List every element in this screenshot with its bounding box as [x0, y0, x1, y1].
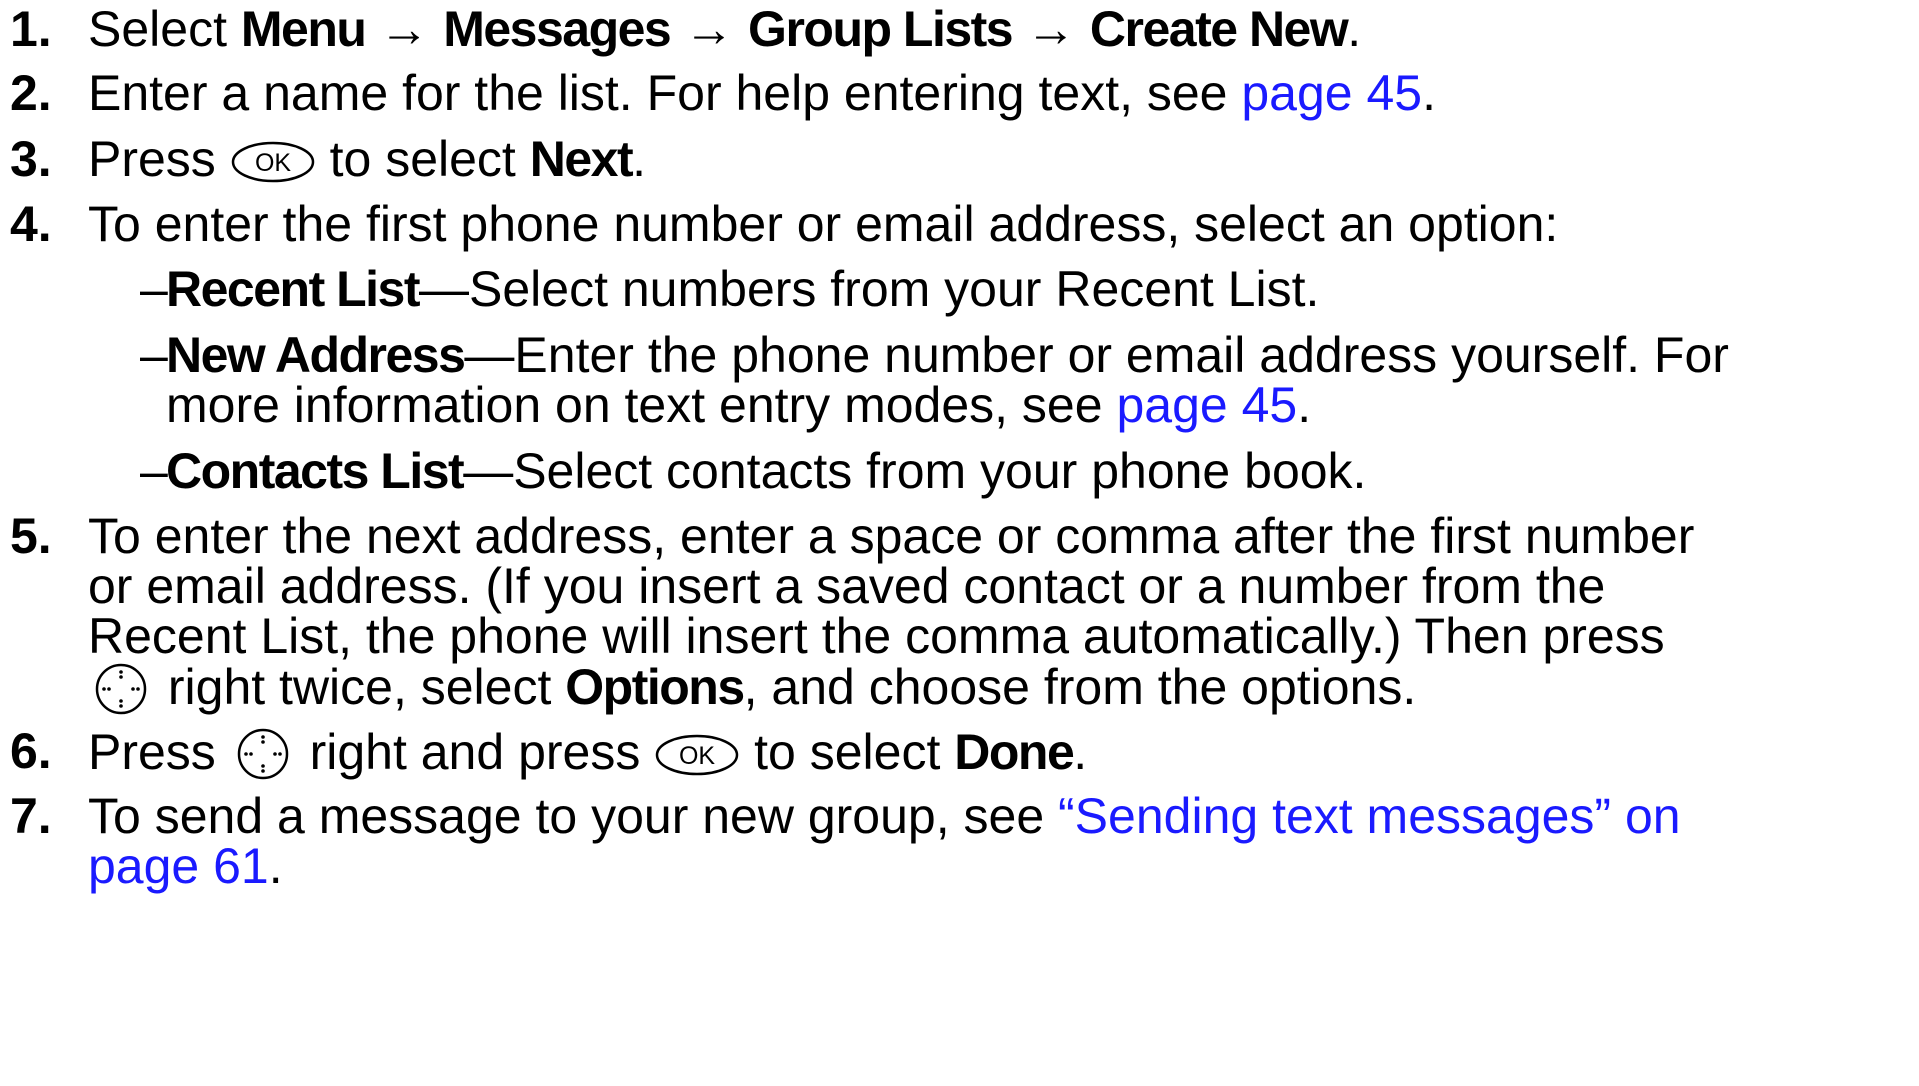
ok-key-icon: OK	[654, 731, 740, 789]
instruction-document: 1. Select Menu → Messages → Group Lists …	[0, 0, 1919, 1086]
step-text: right and press	[295, 724, 655, 781]
step-text: Select	[88, 1, 241, 57]
arrow: →	[365, 1, 444, 57]
bullet-dash: –	[140, 327, 168, 383]
page-link[interactable]: page 45	[1241, 65, 1422, 121]
step-7-text-continued: page 61.	[88, 837, 283, 895]
option-text-continued: more information on text entry modes, se…	[166, 376, 1311, 434]
step-text: , and choose from the options.	[743, 659, 1417, 716]
svg-text:OK: OK	[679, 742, 715, 770]
punctuation: .	[1422, 65, 1437, 121]
punctuation: .	[268, 838, 283, 894]
step-number: 5.	[10, 508, 52, 564]
step-text: to select	[754, 724, 955, 781]
step-1-text: Select Menu → Messages → Group Lists → C…	[88, 0, 1361, 58]
option-text: Contacts List—Select contacts from your …	[166, 442, 1366, 500]
bullet-dash: –	[140, 261, 168, 317]
option-description: Enter the phone number or email address …	[514, 327, 1729, 383]
option-description: Select numbers from your Recent List.	[469, 261, 1320, 317]
arrow: →	[1012, 1, 1090, 57]
punctuation: .	[1347, 1, 1362, 57]
options-label: Options	[565, 659, 745, 716]
option-label: Recent List	[166, 261, 421, 317]
step-6-text: Press right and press OK to select Done.	[88, 722, 1087, 790]
step-text: Press	[88, 724, 230, 781]
step-3-text: Press OK to select Next.	[88, 130, 646, 192]
navigation-key-icon	[230, 726, 296, 794]
navigation-key-icon	[88, 661, 154, 729]
create-new-label: Create New	[1089, 1, 1349, 57]
step-4-text: To enter the first phone number or email…	[88, 196, 1559, 252]
arrow: →	[670, 1, 749, 57]
next-label: Next	[529, 131, 634, 187]
step-number: 2.	[10, 65, 52, 121]
punctuation: .	[1073, 724, 1088, 781]
punctuation: .	[632, 131, 646, 187]
em-dash: —	[419, 261, 470, 317]
step-number: 3.	[10, 131, 52, 187]
em-dash: —	[463, 443, 514, 499]
step-text: Enter a name for the list. For help ente…	[88, 65, 1242, 121]
ok-key-icon: OK	[230, 138, 316, 196]
option-label: New Address	[166, 327, 466, 383]
group-lists-label: Group Lists	[748, 1, 1014, 57]
bullet-dash: –	[140, 443, 168, 499]
punctuation: .	[1297, 377, 1312, 433]
option-label: Contacts List	[166, 443, 465, 499]
step-text: To send a message to your new group, see	[88, 788, 1059, 844]
step-text: to select	[329, 131, 530, 187]
option-description: more information on text entry modes, se…	[166, 377, 1117, 433]
messages-label: Messages	[443, 1, 672, 57]
svg-text:OK: OK	[255, 149, 291, 177]
step-5-line-4: right twice, select Options, and choose …	[88, 657, 1416, 725]
page-link[interactable]: page 61	[88, 838, 269, 894]
menu-label: Menu	[240, 1, 367, 57]
page-link[interactable]: page 45	[1116, 377, 1297, 433]
step-number: 1.	[10, 1, 52, 57]
step-7-text: To send a message to your new group, see…	[88, 787, 1681, 845]
option-text: Recent List—Select numbers from your Rec…	[166, 260, 1319, 318]
step-number: 4.	[10, 196, 52, 252]
em-dash: —	[464, 327, 515, 383]
step-text: Press	[88, 131, 230, 187]
section-link[interactable]: “Sending text messages” on	[1058, 788, 1681, 844]
step-text: right twice, select	[154, 659, 566, 716]
step-number: 7.	[10, 788, 52, 844]
done-label: Done	[954, 724, 1075, 781]
step-2-text: Enter a name for the list. For help ente…	[88, 64, 1436, 122]
step-number: 6.	[10, 723, 52, 779]
option-description: Select contacts from your phone book.	[513, 443, 1367, 499]
